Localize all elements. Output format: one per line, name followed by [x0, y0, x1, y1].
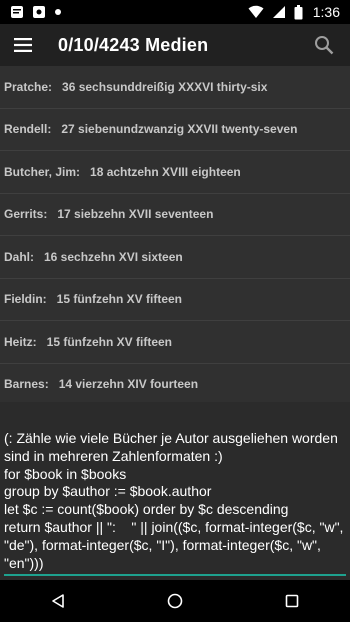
message-icon [11, 6, 23, 18]
app-icon [33, 6, 45, 18]
author-label: Rendell: [4, 122, 52, 137]
count-text: 15 fünfzehn XV fifteen [46, 334, 173, 349]
list-item[interactable]: Fieldin: 15 fünfzehn XV fifteen [0, 279, 350, 321]
notification-dot-icon [55, 9, 61, 15]
hamburger-menu-icon[interactable] [14, 38, 32, 52]
back-icon [52, 594, 65, 608]
count-text: 27 siebenundzwanzig XXVII twenty-seven [61, 122, 298, 137]
status-time: 1:36 [312, 4, 340, 20]
home-button[interactable] [155, 581, 195, 621]
status-left [10, 5, 62, 19]
navigation-bar [0, 580, 350, 622]
author-label: Heitz: [4, 334, 37, 349]
status-right: 1:36 [248, 4, 340, 20]
search-icon [315, 36, 334, 55]
count-text: 18 achtzehn XVIII eighteen [90, 164, 241, 179]
list-item[interactable]: Butcher, Jim: 18 achtzehn XVIII eighteen [0, 151, 350, 194]
list-item[interactable]: Rendell: 27 siebenundzwanzig XXVII twent… [0, 109, 350, 151]
count-text: 17 siebzehn XVII seventeen [57, 207, 214, 222]
query-editor[interactable]: (: Zähle wie viele Bücher je Autor ausge… [0, 402, 350, 580]
status-bar: 1:36 [0, 0, 350, 24]
input-underline [4, 574, 346, 576]
signal-icon [272, 6, 285, 18]
battery-icon [294, 4, 303, 19]
author-label: Butcher, Jim: [4, 164, 81, 179]
app-bar: 0/10/4243 Medien [0, 24, 350, 66]
list-item[interactable]: Heitz: 15 fünfzehn XV fifteen [0, 321, 350, 364]
list-item[interactable]: Pratche: 36 sechsunddreißig XXXVI thirty… [0, 66, 350, 109]
author-label: Pratche: [4, 79, 53, 94]
list-item[interactable]: Dahl: 16 sechzehn XVI sixteen [0, 236, 350, 279]
author-label: Gerrits: [4, 207, 48, 222]
recents-button[interactable] [272, 581, 312, 621]
query-input[interactable]: (: Zähle wie viele Bücher je Autor ausge… [4, 430, 348, 572]
count-text: 16 sechzehn XVI sixteen [44, 249, 183, 264]
list-item[interactable]: Barnes: 14 vierzehn XIV fourteen [0, 364, 350, 406]
count-text: 36 sechsunddreißig XXXVI thirty-six [62, 79, 268, 94]
author-label: Barnes: [4, 377, 49, 392]
home-icon [167, 593, 183, 609]
page-title: 0/10/4243 Medien [58, 34, 209, 55]
count-text: 15 fünfzehn XV fifteen [56, 292, 183, 307]
author-label: Dahl: [4, 249, 34, 264]
wifi-icon [248, 5, 264, 18]
list-item[interactable]: Gerrits: 17 siebzehn XVII seventeen [0, 194, 350, 236]
result-list: Pratche: 36 sechsunddreißig XXXVI thirty… [0, 66, 350, 406]
count-text: 14 vierzehn XIV fourteen [58, 377, 199, 392]
search-button[interactable] [312, 33, 336, 57]
recents-icon [285, 594, 298, 608]
author-label: Fieldin: [4, 292, 47, 307]
back-button[interactable] [38, 581, 78, 621]
